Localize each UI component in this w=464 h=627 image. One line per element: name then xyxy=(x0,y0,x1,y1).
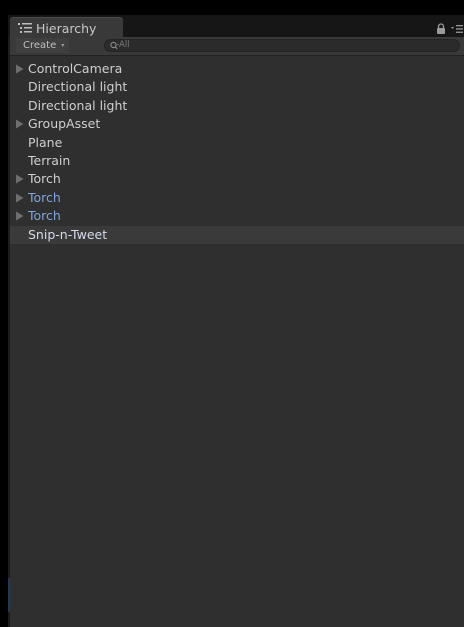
list-item-selected[interactable]: Snip-n-Tweet xyxy=(10,225,464,244)
list-item-label: Torch xyxy=(28,171,61,187)
list-item[interactable]: ControlCamera xyxy=(10,60,464,78)
list-item-label: Torch xyxy=(28,189,61,205)
lock-icon[interactable] xyxy=(436,23,446,35)
list-item[interactable]: Directional light xyxy=(10,78,464,96)
tab-strip: Hierarchy xyxy=(8,15,464,39)
list-item-label: Snip-n-Tweet xyxy=(28,226,108,242)
list-item-label: Directional light xyxy=(28,79,128,95)
create-label: Create xyxy=(23,40,57,51)
list-item-label: Terrain xyxy=(28,153,71,168)
search-input[interactable] xyxy=(119,40,449,51)
window-edge-accent xyxy=(8,578,10,612)
hierarchy-toolbar: Create ▾ xyxy=(10,37,464,56)
list-item[interactable]: Torch xyxy=(10,170,464,188)
expand-arrow-icon[interactable] xyxy=(15,211,24,221)
list-item-label: Directional light xyxy=(28,97,128,113)
list-item[interactable]: Terrain xyxy=(10,152,464,170)
expand-arrow-icon[interactable] xyxy=(15,174,24,184)
list-item-label: ControlCamera xyxy=(28,61,123,76)
panel-menu-icon[interactable] xyxy=(451,24,463,34)
list-item[interactable]: GroupAsset xyxy=(10,115,464,133)
tab-label: Hierarchy xyxy=(36,21,97,36)
list-item[interactable]: Plane xyxy=(10,134,464,152)
expand-arrow-icon[interactable] xyxy=(15,119,24,129)
list-item-label: Torch xyxy=(28,208,61,224)
hierarchy-list: ControlCamera Directional light Directio… xyxy=(10,56,464,627)
list-item[interactable]: Torch xyxy=(10,189,464,207)
hierarchy-window: Hierarchy Create ▾ Co xyxy=(8,15,464,627)
create-dropdown-button[interactable]: Create ▾ xyxy=(16,38,70,53)
expand-arrow-icon[interactable] xyxy=(15,193,24,203)
list-item-label: GroupAsset xyxy=(28,116,101,132)
search-field[interactable] xyxy=(104,39,460,52)
list-item[interactable]: Directional light xyxy=(10,97,464,115)
chevron-down-icon: ▾ xyxy=(61,42,65,49)
expand-arrow-icon[interactable] xyxy=(15,64,24,74)
tab-hierarchy[interactable]: Hierarchy xyxy=(10,17,123,39)
list-item-label: Plane xyxy=(28,134,63,150)
list-item[interactable]: Torch xyxy=(10,207,464,225)
list-icon xyxy=(18,23,32,33)
